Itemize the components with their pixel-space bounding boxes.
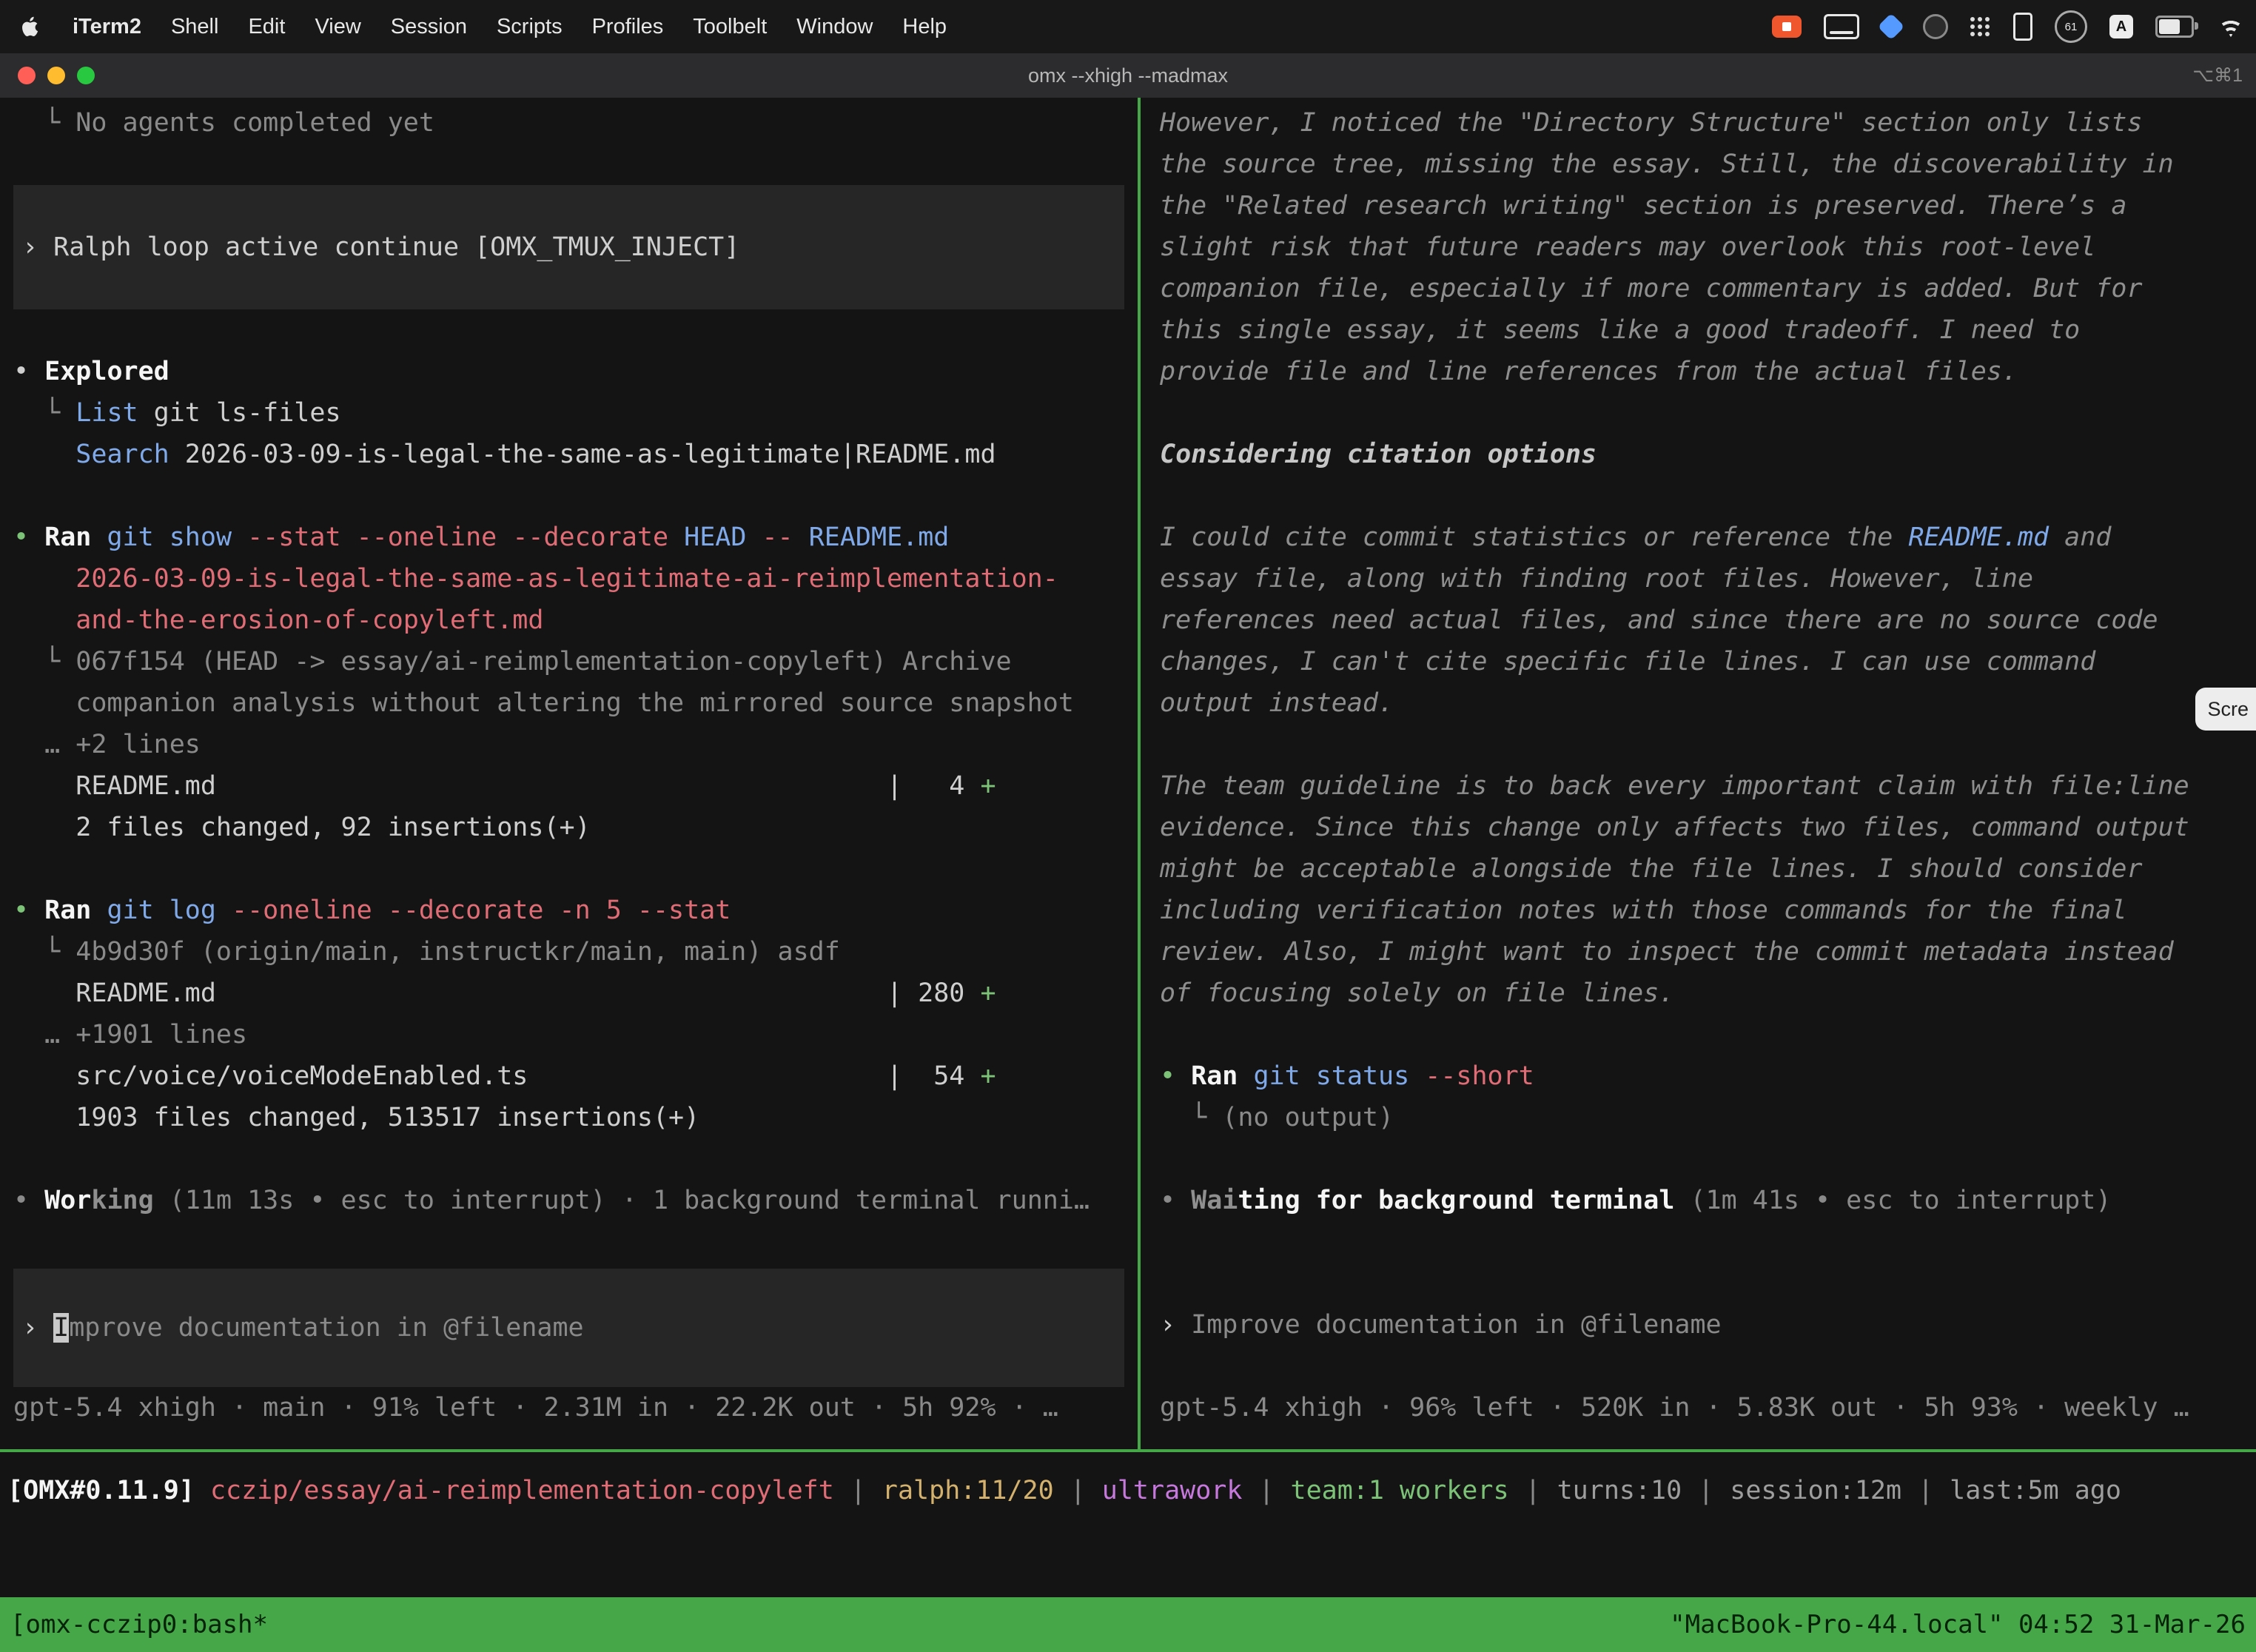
ran-git-show-line: • Ran git show --stat --oneline --decora… bbox=[13, 517, 1124, 558]
reasoning-heading: Considering citation options bbox=[1160, 434, 2237, 475]
reasoning-paragraph-2: I could cite commit statistics or refere… bbox=[1160, 517, 2237, 724]
omx-version: [OMX#0.11.9] bbox=[7, 1476, 195, 1505]
bullet-icon: • bbox=[1160, 1186, 1191, 1215]
prompt-chevron-icon: › bbox=[22, 232, 53, 262]
branch-icon: └ bbox=[13, 398, 75, 428]
log-commit-line: └ 4b9d30f (origin/main, instructkr/main,… bbox=[13, 931, 1124, 973]
reasoning-paragraph-3: The team guideline is to back every impo… bbox=[1160, 765, 2237, 1014]
keyboard-icon[interactable] bbox=[1824, 14, 1859, 39]
prompt-chevron-icon: › bbox=[22, 1313, 53, 1343]
text-cursor: I bbox=[53, 1313, 69, 1343]
explored-header: • Explored bbox=[13, 351, 1124, 392]
phone-mirroring-icon[interactable] bbox=[2013, 13, 2032, 41]
battery-icon[interactable] bbox=[2155, 16, 2194, 38]
explored-list-line: └ List git ls-files bbox=[13, 392, 1124, 434]
menu-session[interactable]: Session bbox=[376, 15, 482, 39]
model-status-line: gpt-5.4 xhigh · main · 91% left · 2.31M … bbox=[13, 1387, 1124, 1428]
omx-team: team:1 workers bbox=[1291, 1476, 1509, 1505]
omx-mode: ultrawork bbox=[1102, 1476, 1243, 1505]
omx-session-time: session:12m bbox=[1730, 1476, 1901, 1505]
essay-filename-line-1: 2026-03-09-is-legal-the-same-as-legitima… bbox=[13, 558, 1124, 600]
bullet-icon: • bbox=[13, 357, 44, 386]
tmux-status-bar: [omx-cczip0:bash* "MacBook-Pro-44.local"… bbox=[0, 1597, 2256, 1652]
diffstat-summary-line: 2 files changed, 92 insertions(+) bbox=[13, 807, 1124, 848]
circle-app-icon[interactable] bbox=[1923, 14, 1948, 39]
window-title: omx --xhigh --madmax bbox=[0, 53, 2256, 98]
prompt-input-line[interactable]: › Improve documentation in @filename bbox=[22, 1307, 1115, 1349]
pane-divider-horizontal[interactable] bbox=[0, 1449, 2256, 1452]
omx-ralph-counter: ralph:11/20 bbox=[882, 1476, 1054, 1505]
left-terminal-pane[interactable]: └ No agents completed yet › Ralph loop a… bbox=[0, 98, 1138, 1449]
essay-filename-line-2: and-the-erosion-of-copyleft.md bbox=[13, 600, 1124, 641]
commit-line-2: companion analysis without altering the … bbox=[13, 682, 1124, 724]
ralph-loop-banner: › Ralph loop active continue [OMX_TMUX_I… bbox=[13, 185, 1124, 309]
log-stat-summary-line: 1903 files changed, 513517 insertions(+) bbox=[13, 1097, 1124, 1138]
menu-edit[interactable]: Edit bbox=[233, 15, 300, 39]
reasoning-paragraph-1: However, I noticed the "Directory Struct… bbox=[1160, 102, 2237, 392]
menu-profiles[interactable]: Profiles bbox=[577, 15, 679, 39]
log-stat-readme-line: README.md | 280 + bbox=[13, 973, 1124, 1014]
omx-last-activity: last:5m ago bbox=[1950, 1476, 2121, 1505]
diffstat-readme-line: README.md | 4 + bbox=[13, 765, 1124, 807]
menu-toolbelt[interactable]: Toolbelt bbox=[678, 15, 782, 39]
menu-bar: iTerm2 Shell Edit View Session Scripts P… bbox=[0, 0, 2256, 53]
wifi-icon[interactable] bbox=[2216, 16, 2246, 37]
apple-icon bbox=[22, 16, 41, 38]
prompt-input[interactable]: › Improve documentation in @filename bbox=[13, 1269, 1124, 1387]
omx-turns: turns:10 bbox=[1557, 1476, 1682, 1505]
no-output-line: └ (no output) bbox=[1160, 1097, 2237, 1138]
battery-percent-icon[interactable]: 61 bbox=[2055, 10, 2087, 43]
right-terminal-pane[interactable]: However, I noticed the "Directory Struct… bbox=[1141, 98, 2256, 1449]
ran-git-status-line: • Ran git status --short bbox=[1160, 1055, 2237, 1097]
ralph-loop-line: › Ralph loop active continue [OMX_TMUX_I… bbox=[22, 226, 1115, 268]
log-stat-voice-line: src/voice/voiceModeEnabled.ts | 54 + bbox=[13, 1055, 1124, 1097]
prompt-chevron-icon: › bbox=[1160, 1310, 1191, 1340]
omx-status-line: [OMX#0.11.9] cczip/essay/ai-reimplementa… bbox=[0, 1470, 2256, 1511]
menu-window[interactable]: Window bbox=[782, 15, 887, 39]
menu-iterm2[interactable]: iTerm2 bbox=[58, 15, 156, 39]
menu-shell[interactable]: Shell bbox=[156, 15, 234, 39]
tmux-session-window[interactable]: [omx-cczip0:bash* bbox=[10, 1610, 268, 1639]
pane-divider-vertical[interactable] bbox=[1138, 98, 1141, 1449]
commit-line-1: └ 067f154 (HEAD -> essay/ai-reimplementa… bbox=[13, 641, 1124, 682]
bullet-icon: • bbox=[13, 523, 44, 552]
agents-completed-line: └ No agents completed yet bbox=[13, 102, 1124, 144]
raycast-icon[interactable] bbox=[1878, 13, 1905, 41]
model-status-line-right: gpt-5.4 xhigh · 96% left · 520K in · 5.8… bbox=[1160, 1387, 2237, 1428]
menu-help[interactable]: Help bbox=[887, 15, 961, 39]
apple-menu[interactable] bbox=[0, 16, 58, 38]
ran-git-log-line: • Ran git log --oneline --decorate -n 5 … bbox=[13, 890, 1124, 931]
bullet-icon: • bbox=[13, 1186, 44, 1215]
more-lines-note: … +2 lines bbox=[13, 724, 1124, 765]
screen-recording-stop-icon[interactable] bbox=[1772, 16, 1802, 38]
log-more-lines-note: … +1901 lines bbox=[13, 1014, 1124, 1055]
battery-percent-value: 61 bbox=[2065, 21, 2078, 33]
tmux-host-time: "MacBook-Pro-44.local" 04:52 31-Mar-26 bbox=[1670, 1610, 2246, 1639]
menu-view[interactable]: View bbox=[300, 15, 375, 39]
omx-session-path: cczip/essay/ai-reimplementation-copyleft bbox=[195, 1476, 834, 1505]
bullet-icon: • bbox=[13, 896, 44, 925]
menu-scripts[interactable]: Scripts bbox=[482, 15, 577, 39]
menu-status-icons: 61 A bbox=[1772, 10, 2246, 43]
explored-search-line: Search 2026-03-09-is-legal-the-same-as-l… bbox=[13, 434, 1124, 475]
bullet-icon: • bbox=[1160, 1061, 1191, 1091]
input-source-icon[interactable]: A bbox=[2109, 15, 2133, 38]
waiting-status-line: • Waiting for background terminal (1m 41… bbox=[1160, 1180, 2237, 1221]
working-status-line: • Working (11m 13s • esc to interrupt) ·… bbox=[13, 1180, 1124, 1221]
terminal-window: └ No agents completed yet › Ralph loop a… bbox=[0, 98, 2256, 1652]
prompt-input-line-right[interactable]: › Improve documentation in @filename bbox=[1160, 1304, 2237, 1346]
screen-share-overlay[interactable]: Scre bbox=[2195, 688, 2256, 731]
input-source-letter: A bbox=[2116, 19, 2126, 36]
dots-grid-icon[interactable] bbox=[1970, 17, 1975, 21]
window-shortcut: ⌥⌘1 bbox=[2192, 53, 2243, 98]
readme-link: README.md bbox=[1908, 523, 2049, 552]
window-titlebar[interactable]: omx --xhigh --madmax ⌥⌘1 bbox=[0, 53, 2256, 99]
